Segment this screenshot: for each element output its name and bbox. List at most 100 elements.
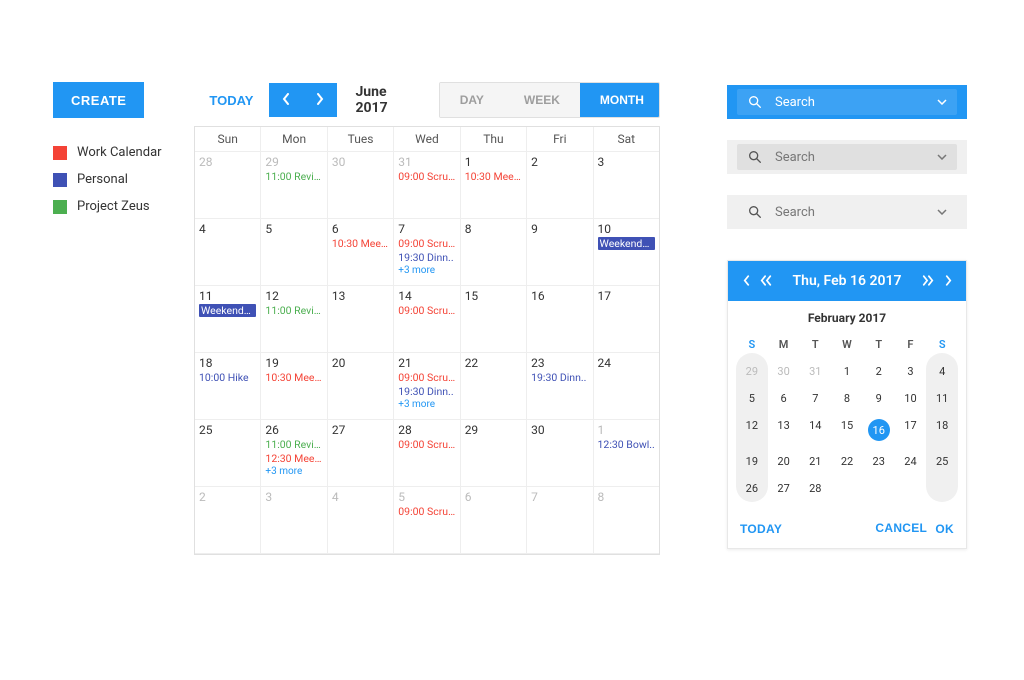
day-cell[interactable]: 3109:00 Scrum xyxy=(394,152,460,219)
day-cell[interactable]: 1810:00 Hike xyxy=(195,353,261,420)
day-cell[interactable]: 9 xyxy=(527,219,593,286)
dp-day-cell[interactable]: 3 xyxy=(895,358,927,385)
day-cell[interactable]: 4 xyxy=(328,487,394,554)
dp-day-cell[interactable]: 24 xyxy=(895,448,927,475)
prev-month-button[interactable] xyxy=(269,83,303,117)
more-events-link[interactable]: +3 more xyxy=(398,399,455,410)
dp-day-cell[interactable]: 26 xyxy=(736,475,768,502)
dp-day-cell[interactable]: 14 xyxy=(799,412,831,448)
day-cell[interactable]: 2109:00 Scrum19:30 Dinn..+3 more xyxy=(394,353,460,420)
day-cell[interactable]: 3 xyxy=(261,487,327,554)
dp-day-cell[interactable]: 16 xyxy=(863,412,895,448)
calendar-event[interactable]: 10:30 Meet.. xyxy=(465,170,522,183)
chevron-down-icon[interactable] xyxy=(937,209,947,215)
dp-day-cell[interactable]: 4 xyxy=(926,358,958,385)
dp-day-cell[interactable]: 30 xyxy=(768,358,800,385)
dp-day-cell[interactable]: 2 xyxy=(863,358,895,385)
dp-day-cell[interactable]: 10 xyxy=(895,385,927,412)
more-events-link[interactable]: +3 more xyxy=(398,265,455,276)
dp-day-cell[interactable]: 28 xyxy=(799,475,831,502)
dp-day-cell[interactable]: 9 xyxy=(863,385,895,412)
dp-day-cell[interactable]: 13 xyxy=(768,412,800,448)
today-button[interactable]: TODAY xyxy=(193,82,269,118)
day-cell[interactable]: 28 xyxy=(195,152,261,219)
dp-cancel-button[interactable]: CANCEL xyxy=(875,522,923,535)
day-cell[interactable]: 4 xyxy=(195,219,261,286)
dp-day-cell[interactable]: 5 xyxy=(736,385,768,412)
day-cell[interactable]: 610:30 Meet.. xyxy=(328,219,394,286)
day-cell[interactable]: 25 xyxy=(195,420,261,487)
day-cell[interactable]: 110:30 Meet.. xyxy=(461,152,527,219)
dp-day-cell[interactable]: 27 xyxy=(768,475,800,502)
dp-day-cell[interactable]: 7 xyxy=(799,385,831,412)
day-cell[interactable]: 8 xyxy=(461,219,527,286)
day-cell[interactable]: 22 xyxy=(461,353,527,420)
calendar-event[interactable]: 11:00 Revie.. xyxy=(265,304,322,317)
day-cell[interactable]: 1409:00 Scrum xyxy=(394,286,460,353)
view-month-tab[interactable]: MONTH xyxy=(580,83,660,117)
dp-day-cell[interactable]: 17 xyxy=(895,412,927,448)
calendar-event[interactable]: 09:00 Scrum xyxy=(398,438,455,451)
day-cell[interactable]: 2319:30 Dinn.. xyxy=(527,353,593,420)
dp-today-button[interactable]: TODAY xyxy=(740,522,782,536)
day-cell[interactable]: 30 xyxy=(527,420,593,487)
day-cell[interactable]: 8 xyxy=(594,487,659,554)
calendar-event[interactable]: 19:30 Dinn.. xyxy=(398,385,455,398)
dp-day-cell[interactable]: 25 xyxy=(926,448,958,475)
legend-item[interactable]: Personal xyxy=(53,172,193,187)
dp-day-cell[interactable]: 29 xyxy=(736,358,768,385)
calendar-event[interactable]: 10:00 Hike xyxy=(199,371,256,384)
day-cell[interactable]: 29 xyxy=(461,420,527,487)
dp-day-cell[interactable]: 18 xyxy=(926,412,958,448)
day-cell[interactable]: 10Weekend… xyxy=(594,219,659,286)
dp-day-cell[interactable]: 19 xyxy=(736,448,768,475)
day-cell[interactable]: 11Weekend… xyxy=(195,286,261,353)
day-cell[interactable]: 5 xyxy=(261,219,327,286)
calendar-event[interactable]: Weekend… xyxy=(598,237,655,250)
day-cell[interactable]: 17 xyxy=(594,286,659,353)
day-cell[interactable]: 1211:00 Revie.. xyxy=(261,286,327,353)
calendar-event[interactable]: Weekend… xyxy=(199,304,256,317)
calendar-event[interactable]: 09:00 Scrum xyxy=(398,505,455,518)
dp-day-cell[interactable]: 12 xyxy=(736,412,768,448)
chevron-down-icon[interactable] xyxy=(937,154,947,160)
dp-day-cell[interactable]: 22 xyxy=(831,448,863,475)
day-cell[interactable]: 2611:00 Revie..12:30 Meet..+3 more xyxy=(261,420,327,487)
day-cell[interactable]: 509:00 Scrum xyxy=(394,487,460,554)
calendar-event[interactable]: 11:00 Revie.. xyxy=(265,170,322,183)
dp-day-cell[interactable]: 8 xyxy=(831,385,863,412)
day-cell[interactable]: 27 xyxy=(328,420,394,487)
day-cell[interactable]: 2 xyxy=(527,152,593,219)
search-bar-primary[interactable]: Search xyxy=(727,85,967,119)
calendar-event[interactable]: 12:30 Bowl.. xyxy=(598,438,655,451)
calendar-event[interactable]: 10:30 Meet.. xyxy=(332,237,389,250)
dp-day-cell[interactable]: 23 xyxy=(863,448,895,475)
dp-prev-year-button[interactable] xyxy=(756,261,776,301)
calendar-event[interactable]: 19:30 Dinn.. xyxy=(398,251,455,264)
day-cell[interactable]: 2809:00 Scrum xyxy=(394,420,460,487)
create-button[interactable]: CREATE xyxy=(53,82,144,118)
day-cell[interactable]: 15 xyxy=(461,286,527,353)
day-cell[interactable]: 709:00 Scrum19:30 Dinn..+3 more xyxy=(394,219,460,286)
day-cell[interactable]: 24 xyxy=(594,353,659,420)
legend-item[interactable]: Project Zeus xyxy=(53,199,193,214)
day-cell[interactable]: 6 xyxy=(461,487,527,554)
dp-day-cell[interactable]: 21 xyxy=(799,448,831,475)
chevron-down-icon[interactable] xyxy=(937,99,947,105)
legend-item[interactable]: Work Calendar xyxy=(53,145,193,160)
day-cell[interactable]: 2 xyxy=(195,487,261,554)
day-cell[interactable]: 30 xyxy=(328,152,394,219)
calendar-event[interactable]: 12:30 Meet.. xyxy=(265,452,322,465)
day-cell[interactable]: 3 xyxy=(594,152,659,219)
dp-day-cell[interactable]: 6 xyxy=(768,385,800,412)
day-cell[interactable]: 13 xyxy=(328,286,394,353)
dp-next-month-button[interactable] xyxy=(938,261,958,301)
dp-ok-button[interactable]: OK xyxy=(935,522,954,536)
view-day-tab[interactable]: DAY xyxy=(440,83,504,117)
day-cell[interactable]: 16 xyxy=(527,286,593,353)
day-cell[interactable]: 2911:00 Revie.. xyxy=(261,152,327,219)
dp-day-cell[interactable]: 20 xyxy=(768,448,800,475)
view-week-tab[interactable]: WEEK xyxy=(504,83,580,117)
calendar-event[interactable]: 09:00 Scrum xyxy=(398,304,455,317)
calendar-event[interactable]: 19:30 Dinn.. xyxy=(531,371,588,384)
